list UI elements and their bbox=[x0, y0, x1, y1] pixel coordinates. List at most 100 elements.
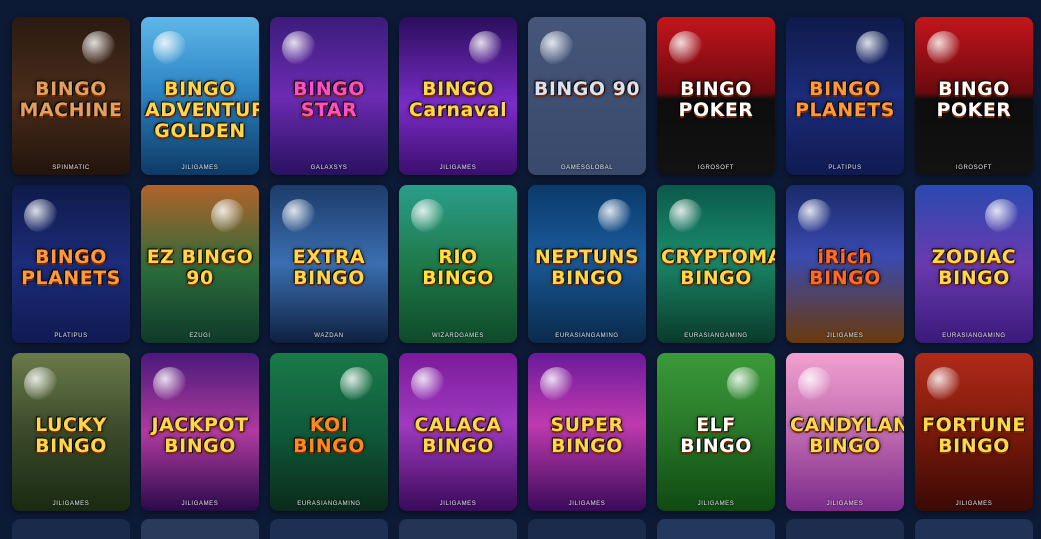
game-title: ELF BINGO bbox=[680, 414, 752, 457]
game-title: BINGO MACHINE bbox=[19, 78, 123, 121]
game-provider: JILIGAMES bbox=[568, 501, 606, 507]
game-tile-partial[interactable] bbox=[399, 519, 517, 539]
game-provider: JILIGAMES bbox=[181, 501, 219, 507]
bingo-ball-icon bbox=[727, 367, 761, 401]
game-tile-partial[interactable] bbox=[12, 519, 130, 539]
game-title: CRYPTOMANIA BINGO bbox=[661, 246, 775, 289]
game-provider: PLATIPUS bbox=[828, 165, 862, 171]
bingo-ball-icon bbox=[82, 31, 116, 65]
game-tile[interactable]: CALACA BINGO JILIGAMES bbox=[399, 353, 517, 511]
game-tile-partial[interactable] bbox=[657, 519, 775, 539]
game-provider: JILIGAMES bbox=[955, 501, 993, 507]
game-title: BINGO PLANETS bbox=[795, 78, 895, 121]
game-provider: EZUGI bbox=[189, 333, 211, 339]
game-provider: JILIGAMES bbox=[52, 501, 90, 507]
game-title: iRich BINGO bbox=[809, 246, 881, 289]
bingo-ball-icon bbox=[24, 199, 58, 233]
game-tile[interactable]: EXTRA BINGO WAZDAN bbox=[270, 185, 388, 343]
game-tile[interactable]: BINGO STAR GALAXSYS bbox=[270, 17, 388, 175]
game-tile[interactable]: KOI BINGO EURASIANGAMING bbox=[270, 353, 388, 511]
game-provider: JILIGAMES bbox=[826, 333, 864, 339]
bingo-ball-icon bbox=[798, 199, 832, 233]
game-title: BINGO 90 bbox=[533, 78, 641, 100]
game-tile-partial[interactable] bbox=[270, 519, 388, 539]
game-title: FORTUNE BINGO bbox=[922, 414, 1026, 457]
game-provider: JILIGAMES bbox=[439, 165, 477, 171]
game-tile-partial[interactable] bbox=[141, 519, 259, 539]
bingo-ball-icon bbox=[282, 199, 316, 233]
bingo-ball-icon bbox=[411, 199, 445, 233]
game-tile[interactable]: EZ BINGO 90 EZUGI bbox=[141, 185, 259, 343]
game-title: BINGO POKER bbox=[936, 78, 1012, 121]
bingo-ball-icon bbox=[211, 199, 245, 233]
bingo-ball-icon bbox=[469, 31, 503, 65]
game-provider: EURASIANGAMING bbox=[684, 333, 748, 339]
bingo-ball-icon bbox=[24, 367, 58, 401]
bingo-ball-icon bbox=[598, 199, 632, 233]
game-tile-partial[interactable] bbox=[786, 519, 904, 539]
game-tile[interactable]: SUPER BINGO JILIGAMES bbox=[528, 353, 646, 511]
game-tile[interactable]: BINGO MACHINE SPINMATIC bbox=[12, 17, 130, 175]
game-title: BINGO STAR bbox=[293, 78, 365, 121]
game-tile[interactable]: CANDYLAND BINGO JILIGAMES bbox=[786, 353, 904, 511]
game-title: BINGO POKER bbox=[678, 78, 754, 121]
game-title: NEPTUNS BINGO bbox=[534, 246, 640, 289]
game-tile[interactable]: CRYPTOMANIA BINGO EURASIANGAMING bbox=[657, 185, 775, 343]
game-provider: WIZARDGAMES bbox=[432, 333, 484, 339]
game-tile[interactable]: JACKPOT BINGO JILIGAMES bbox=[141, 353, 259, 511]
bingo-ball-icon bbox=[411, 367, 445, 401]
game-provider: GALAXSYS bbox=[310, 165, 348, 171]
bingo-ball-icon bbox=[985, 199, 1019, 233]
game-tile[interactable]: NEPTUNS BINGO EURASIANGAMING bbox=[528, 185, 646, 343]
game-title: BINGO ADVENTURE GOLDEN bbox=[145, 78, 259, 142]
game-title: ZODIAC BINGO bbox=[931, 246, 1017, 289]
bingo-ball-icon bbox=[153, 31, 187, 65]
game-title: BINGO PLANETS bbox=[21, 246, 121, 289]
bingo-ball-icon bbox=[340, 367, 374, 401]
game-title: CANDYLAND BINGO bbox=[790, 414, 904, 457]
bingo-ball-icon bbox=[540, 367, 574, 401]
game-grid: BINGO MACHINE SPINMATIC BINGO ADVENTURE GO… bbox=[12, 17, 1033, 511]
game-provider: IGROSOFT bbox=[955, 165, 993, 171]
game-provider: JILIGAMES bbox=[826, 501, 864, 507]
bingo-ball-icon bbox=[540, 31, 574, 65]
game-title: RIO BINGO bbox=[422, 246, 494, 289]
game-provider: JILIGAMES bbox=[181, 165, 219, 171]
game-provider: WAZDAN bbox=[314, 333, 344, 339]
game-provider: JILIGAMES bbox=[439, 501, 477, 507]
game-provider: EURASIANGAMING bbox=[555, 333, 619, 339]
bingo-ball-icon bbox=[927, 31, 961, 65]
game-provider: EURASIANGAMING bbox=[942, 333, 1006, 339]
bingo-ball-icon bbox=[669, 31, 703, 65]
bingo-ball-icon bbox=[927, 367, 961, 401]
game-tile[interactable]: ZODIAC BINGO EURASIANGAMING bbox=[915, 185, 1033, 343]
game-tile[interactable]: BINGO POKER IGROSOFT bbox=[915, 17, 1033, 175]
game-title: JACKPOT BINGO bbox=[151, 414, 249, 457]
bingo-ball-icon bbox=[153, 367, 187, 401]
game-title: KOI BINGO bbox=[293, 414, 365, 457]
bingo-ball-icon bbox=[669, 199, 703, 233]
game-tile[interactable]: BINGO Carnaval JILIGAMES bbox=[399, 17, 517, 175]
game-tile[interactable]: ELF BINGO JILIGAMES bbox=[657, 353, 775, 511]
game-tile[interactable]: BINGO PLANETS PLATIPUS bbox=[12, 185, 130, 343]
game-title: EZ BINGO 90 bbox=[146, 246, 254, 289]
game-provider: PLATIPUS bbox=[54, 333, 88, 339]
game-tile[interactable]: BINGO ADVENTURE GOLDEN JILIGAMES bbox=[141, 17, 259, 175]
game-provider: JILIGAMES bbox=[697, 501, 735, 507]
bingo-ball-icon bbox=[282, 31, 316, 65]
game-tile[interactable]: BINGO POKER IGROSOFT bbox=[657, 17, 775, 175]
game-tile[interactable]: LUCKY BINGO JILIGAMES bbox=[12, 353, 130, 511]
bingo-ball-icon bbox=[856, 31, 890, 65]
bingo-ball-icon bbox=[798, 367, 832, 401]
game-tile[interactable]: iRich BINGO JILIGAMES bbox=[786, 185, 904, 343]
game-tile-partial[interactable] bbox=[915, 519, 1033, 539]
game-tile[interactable]: BINGO 90 GAMESGLOBAL bbox=[528, 17, 646, 175]
game-tile[interactable]: RIO BINGO WIZARDGAMES bbox=[399, 185, 517, 343]
game-provider: SPINMATIC bbox=[52, 165, 90, 171]
game-title: SUPER BINGO bbox=[550, 414, 624, 457]
game-title: EXTRA BINGO bbox=[292, 246, 366, 289]
game-tile-partial[interactable] bbox=[528, 519, 646, 539]
game-tile[interactable]: BINGO PLANETS PLATIPUS bbox=[786, 17, 904, 175]
game-provider: IGROSOFT bbox=[697, 165, 735, 171]
game-tile[interactable]: FORTUNE BINGO JILIGAMES bbox=[915, 353, 1033, 511]
